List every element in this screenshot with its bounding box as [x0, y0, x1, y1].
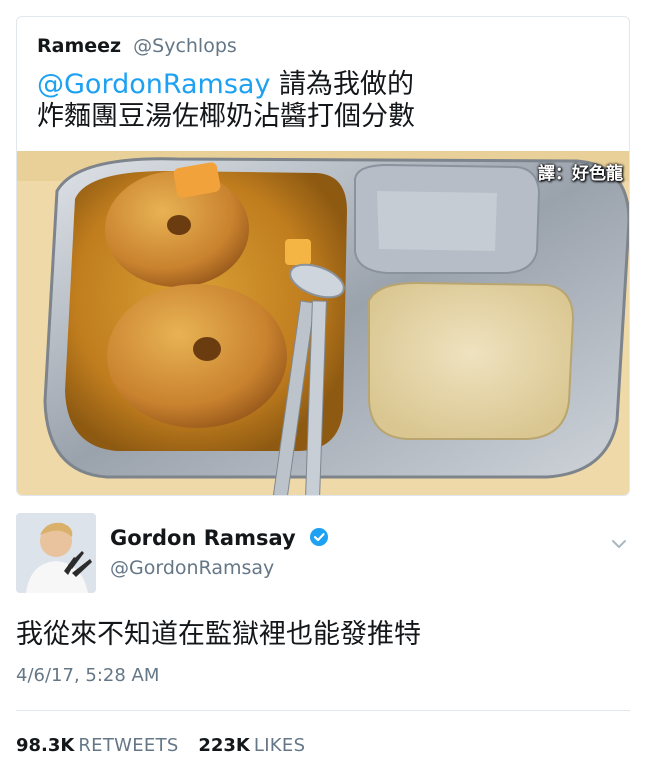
tweet-author: Gordon Ramsay @GordonRamsay: [16, 513, 630, 595]
quoted-tweet-text: @GordonRamsay 請為我做的 炸麵團豆湯佐椰奶沾醬打個分數: [37, 69, 617, 133]
verified-badge-icon: [310, 528, 328, 546]
food-photo[interactable]: 譯：好色龍: [17, 151, 629, 495]
quoted-text-line1: 請為我做的: [279, 69, 415, 100]
divider: [16, 710, 630, 711]
retweets-count[interactable]: 98.3K: [16, 735, 74, 756]
quoted-tweet-header: Rameez @Sychlops: [37, 35, 237, 57]
mention-link[interactable]: @GordonRamsay: [37, 69, 270, 100]
chevron-down-icon[interactable]: [608, 533, 630, 555]
tweet-timestamp[interactable]: 4/6/17, 5:28 AM: [16, 665, 159, 686]
tweet-text: 我從來不知道在監獄裡也能發推特: [16, 619, 421, 650]
author-name-text[interactable]: Gordon Ramsay: [110, 526, 296, 550]
quoted-author-name[interactable]: Rameez: [37, 35, 121, 57]
author-name[interactable]: Gordon Ramsay: [110, 526, 329, 550]
avatar-image: [16, 513, 96, 593]
tweet-stats: 98.3K RETWEETS 223K LIKES: [16, 735, 319, 756]
food-photo-image: [17, 151, 629, 495]
likes-label[interactable]: LIKES: [254, 735, 305, 756]
translator-watermark: 譯：好色龍: [538, 164, 623, 184]
quoted-text-line2: 炸麵團豆湯佐椰奶沾醬打個分數: [37, 101, 415, 132]
quoted-tweet-card[interactable]: Rameez @Sychlops @GordonRamsay 請為我做的 炸麵團…: [16, 16, 630, 496]
retweets-label[interactable]: RETWEETS: [78, 735, 178, 756]
author-handle[interactable]: @GordonRamsay: [110, 557, 274, 579]
avatar[interactable]: [16, 513, 96, 593]
quoted-author-handle[interactable]: @Sychlops: [133, 35, 237, 57]
likes-count[interactable]: 223K: [198, 735, 250, 756]
